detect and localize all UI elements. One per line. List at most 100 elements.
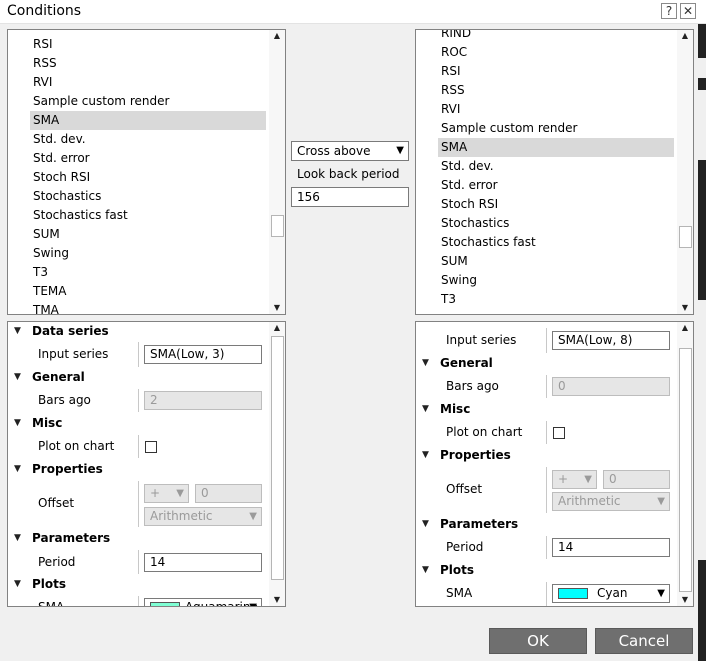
sma-plot-label: SMA	[38, 600, 65, 607]
collapse-triangle-icon[interactable]: ▼	[422, 398, 429, 421]
collapse-triangle-icon[interactable]: ▼	[14, 412, 21, 435]
scroll-down-icon[interactable]: ▼	[269, 302, 285, 314]
list-item[interactable]: Std. error	[438, 176, 674, 195]
period-label: Period	[38, 555, 76, 569]
list-item[interactable]: TMA	[30, 301, 266, 314]
offset-type-value: Arithmetic	[150, 509, 213, 523]
list-item[interactable]: T3	[30, 263, 266, 282]
collapse-triangle-icon[interactable]: ▼	[422, 513, 429, 536]
scroll-up-icon[interactable]: ▲	[677, 30, 693, 42]
category-properties: Properties	[32, 462, 103, 476]
color-swatch	[558, 588, 588, 599]
list-item[interactable]: Swing	[30, 244, 266, 263]
list-item[interactable]: ROC	[438, 43, 674, 62]
right-indicator-list[interactable]: RIND ROC RSI RSS RVI Sample custom render SMA S…	[415, 29, 694, 315]
collapse-triangle-icon[interactable]: ▼	[14, 527, 21, 550]
scroll-down-icon[interactable]: ▼	[677, 594, 693, 606]
cancel-button[interactable]: Cancel	[595, 628, 693, 654]
list-item[interactable]: T3	[438, 290, 674, 309]
sma-color-dropdown[interactable]: Aquamarine ▼	[144, 598, 262, 606]
list-item[interactable]: Sample custom render	[30, 92, 266, 111]
scroll-up-icon[interactable]: ▲	[677, 322, 693, 334]
scroll-down-icon[interactable]: ▼	[677, 302, 693, 314]
category-general: General	[32, 370, 85, 384]
list-item[interactable]: Std. dev.	[30, 130, 266, 149]
collapse-triangle-icon[interactable]: ▼	[422, 352, 429, 375]
category-parameters: Parameters	[32, 531, 111, 545]
period-field[interactable]: 14	[552, 538, 670, 557]
scroll-thumb[interactable]	[679, 226, 692, 248]
list-item[interactable]: RSS	[30, 54, 266, 73]
list-item[interactable]: Stoch RSI	[438, 195, 674, 214]
chevron-down-icon: ▼	[657, 588, 665, 599]
close-button[interactable]: ✕	[680, 3, 696, 19]
scroll-thumb[interactable]	[679, 348, 692, 592]
collapse-triangle-icon[interactable]: ▼	[422, 444, 429, 467]
collapse-triangle-icon[interactable]: ▼	[14, 573, 21, 596]
collapse-triangle-icon[interactable]: ▼	[422, 559, 429, 582]
color-swatch	[150, 602, 180, 606]
offset-type-value: Arithmetic	[558, 494, 621, 508]
right-list-scrollbar[interactable]: ▲ ▼	[677, 30, 693, 314]
left-properties-scrollbar[interactable]: ▲ ▼	[269, 322, 285, 606]
list-item[interactable]: Std. error	[30, 149, 266, 168]
chevron-down-icon: ▼	[249, 599, 257, 606]
left-properties-grid[interactable]: ▼ Data series Input series SMA(Low, 3) ▼…	[7, 321, 286, 607]
plot-on-chart-checkbox[interactable]	[145, 441, 157, 453]
condition-dropdown[interactable]: Cross above ▼	[291, 141, 409, 161]
list-item[interactable]: RSI	[438, 62, 674, 81]
right-properties-grid[interactable]: Input series SMA(Low, 8) ▼ General Bars …	[415, 321, 694, 607]
scroll-thumb[interactable]	[271, 215, 284, 237]
sma-color-dropdown[interactable]: Cyan ▼	[552, 584, 670, 603]
list-item[interactable]: SMA	[30, 111, 266, 130]
collapse-triangle-icon[interactable]: ▼	[14, 366, 21, 389]
period-label: Period	[446, 540, 484, 554]
help-button[interactable]: ?	[661, 3, 677, 19]
ok-button[interactable]: OK	[489, 628, 587, 654]
sma-color-value: Cyan	[597, 586, 628, 600]
offset-label: Offset	[38, 496, 75, 510]
input-series-field[interactable]: SMA(Low, 3)	[144, 345, 262, 364]
list-item[interactable]: Stochastics fast	[438, 233, 674, 252]
period-field[interactable]: 14	[144, 553, 262, 572]
list-item[interactable]: RSS	[438, 81, 674, 100]
list-item[interactable]: Sample custom render	[438, 119, 674, 138]
scroll-thumb[interactable]	[271, 336, 284, 580]
list-item[interactable]: RSI	[30, 35, 266, 54]
list-item[interactable]: Std. dev.	[438, 157, 674, 176]
list-item[interactable]: RVI	[30, 73, 266, 92]
left-indicator-list[interactable]: RSI RSS RVI Sample custom render SMA Std. dev…	[7, 29, 286, 315]
collapse-triangle-icon[interactable]: ▼	[14, 322, 21, 343]
scroll-up-icon[interactable]: ▲	[269, 322, 285, 334]
right-properties-scrollbar[interactable]: ▲ ▼	[677, 322, 693, 606]
look-back-label: Look back period	[297, 167, 400, 181]
list-item[interactable]: TEMA	[30, 282, 266, 301]
left-list-scrollbar[interactable]: ▲ ▼	[269, 30, 285, 314]
category-plots: Plots	[440, 563, 475, 577]
list-item[interactable]: Stochastics	[438, 214, 674, 233]
list-item[interactable]: Swing	[438, 271, 674, 290]
collapse-triangle-icon[interactable]: ▼	[14, 458, 21, 481]
plot-on-chart-checkbox[interactable]	[553, 427, 565, 439]
input-series-field[interactable]: SMA(Low, 8)	[552, 331, 670, 350]
chevron-down-icon: ▼	[249, 511, 257, 522]
list-item[interactable]: Stoch RSI	[30, 168, 266, 187]
list-item[interactable]: SUM	[30, 225, 266, 244]
category-general: General	[440, 356, 493, 370]
bars-ago-label: Bars ago	[446, 379, 499, 393]
category-plots: Plots	[32, 577, 67, 591]
list-item[interactable]: RVI	[438, 100, 674, 119]
list-item[interactable]: SUM	[438, 252, 674, 271]
list-item[interactable]: RIND	[438, 30, 674, 43]
list-item[interactable]: SMA	[438, 138, 674, 157]
offset-operator-dropdown: + ▼	[552, 470, 597, 489]
offset-value-field: 0	[195, 484, 262, 503]
look-back-input[interactable]: 156	[291, 187, 409, 207]
offset-label: Offset	[446, 482, 483, 496]
offset-operator-value: +	[558, 472, 569, 486]
chevron-down-icon: ▼	[176, 488, 184, 499]
scroll-up-icon[interactable]: ▲	[269, 30, 285, 42]
list-item[interactable]: Stochastics fast	[30, 206, 266, 225]
scroll-down-icon[interactable]: ▼	[269, 594, 285, 606]
list-item[interactable]: Stochastics	[30, 187, 266, 206]
